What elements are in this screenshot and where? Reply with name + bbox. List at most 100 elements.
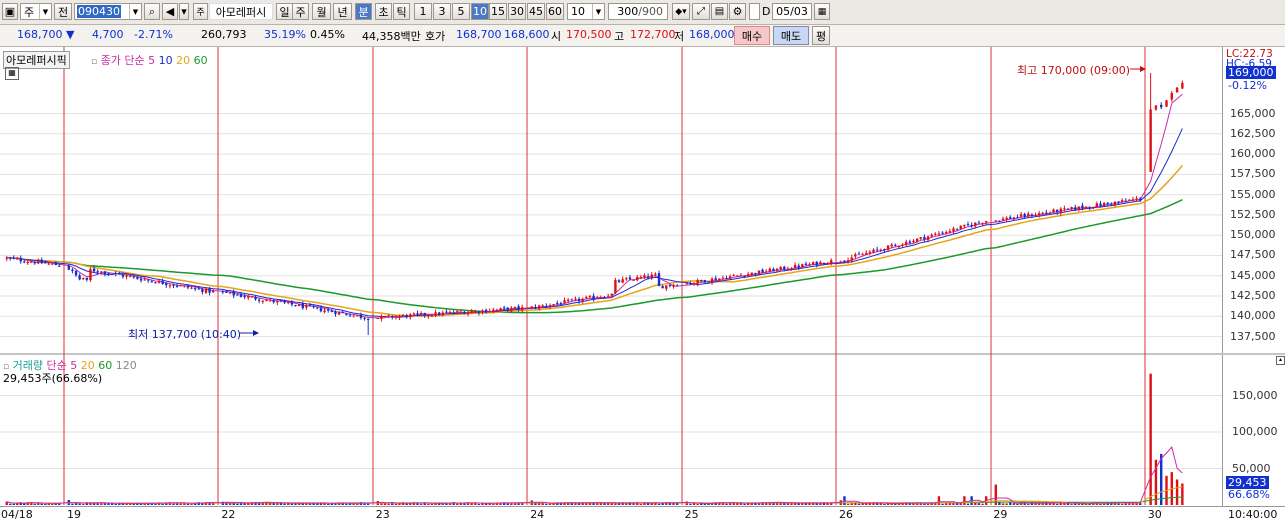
x-axis-label: 30	[1147, 508, 1162, 521]
volume-bar	[363, 503, 366, 505]
candle-body	[211, 291, 215, 293]
candle-body	[1124, 200, 1127, 202]
candle-body	[85, 277, 89, 280]
candle-body	[1019, 214, 1023, 217]
candle-body	[54, 262, 57, 266]
candle-body	[1048, 212, 1052, 214]
candle-body	[197, 288, 200, 290]
volume-bar	[1027, 503, 1030, 505]
candle-body	[790, 268, 793, 270]
volume-bar	[236, 503, 239, 505]
candle-body	[689, 283, 692, 285]
candle-body	[661, 286, 664, 289]
candle-body	[728, 276, 732, 279]
candle-body	[1175, 87, 1179, 93]
candle-body	[822, 262, 826, 265]
candle-body	[19, 257, 22, 262]
volume-bar	[283, 503, 286, 505]
candle-body	[897, 245, 901, 247]
candle-body	[139, 278, 143, 281]
volume-tick-label: 150,000	[1232, 388, 1278, 402]
x-axis-label: 24	[530, 508, 545, 521]
candle-body	[952, 228, 955, 232]
candle-body	[391, 316, 394, 318]
candle-body	[815, 261, 818, 266]
candle-body	[621, 279, 624, 283]
candle-body	[228, 292, 232, 294]
candle-body	[1110, 203, 1113, 205]
candle-body	[47, 263, 50, 265]
candle-body	[67, 265, 71, 270]
candle-body	[40, 259, 43, 264]
candle-body	[570, 299, 573, 301]
volume-bar	[394, 503, 398, 505]
candle-body	[1005, 217, 1008, 220]
volume-bar	[875, 503, 879, 505]
candle-body	[534, 306, 537, 309]
volume-bar	[345, 503, 348, 505]
volume-bar	[100, 503, 103, 505]
candle-body	[470, 311, 473, 314]
candle-body	[574, 298, 577, 300]
candle-body	[1045, 212, 1048, 214]
candle-body	[890, 244, 893, 247]
candle-body	[883, 249, 886, 251]
volume-bar	[596, 503, 599, 505]
candle-body	[366, 318, 370, 320]
candle-body	[352, 315, 355, 317]
candle-body	[1099, 203, 1102, 206]
candle-body	[1117, 201, 1120, 203]
volume-bar	[981, 503, 984, 505]
volume-bar	[689, 503, 692, 505]
candle-body	[901, 244, 904, 246]
volume-bar	[470, 503, 473, 505]
candle-body	[1106, 202, 1109, 204]
candle-body	[750, 272, 753, 275]
volume-bar	[33, 503, 36, 505]
candle-body	[323, 310, 326, 313]
candle-body	[1041, 212, 1044, 215]
candle-body	[179, 285, 182, 287]
candle-body	[165, 283, 168, 286]
volume-bar	[926, 503, 930, 505]
candle-body	[650, 274, 653, 278]
candle-body	[12, 257, 15, 259]
candle-body	[970, 224, 973, 227]
volume-bar	[40, 503, 43, 505]
candle-body	[30, 261, 33, 263]
candle-body	[545, 305, 548, 307]
candle-body	[383, 315, 387, 317]
candle-body	[1154, 105, 1158, 110]
volume-bar	[577, 503, 581, 505]
grid-toggle-icon[interactable]: ▦	[5, 67, 19, 80]
price-tick-label: 165,000	[1230, 106, 1276, 120]
candle-body	[363, 317, 366, 319]
candle-body	[1037, 213, 1041, 216]
volume-text: 29,453주(66.68%)	[3, 372, 103, 385]
current-price-tag: 169,000	[1226, 66, 1276, 79]
volume-bar	[736, 503, 739, 505]
candle-body	[380, 315, 383, 319]
candle-body	[577, 298, 581, 302]
candle-body	[190, 287, 193, 289]
candle-body	[427, 315, 430, 317]
low-annotation: 최저 137,700 (10:40)	[128, 328, 242, 341]
candle-body	[721, 277, 725, 279]
panel-collapse-icon[interactable]: ▴	[1276, 356, 1285, 365]
candle-body	[768, 268, 772, 272]
chart-canvas[interactable]	[0, 0, 1285, 522]
candle-body	[319, 308, 323, 312]
candle-body	[376, 318, 380, 320]
price-tick-label: 137,500	[1230, 329, 1276, 343]
candle-body	[772, 268, 775, 272]
candle-body	[312, 306, 315, 308]
candle-body	[26, 261, 29, 263]
candle-body	[829, 260, 833, 264]
candle-body	[775, 268, 779, 271]
candle-body	[423, 313, 426, 316]
candle-body	[301, 303, 304, 309]
volume-bar	[387, 503, 390, 505]
candle-body	[517, 306, 520, 310]
volume-bar	[448, 503, 452, 505]
volume-bar	[419, 503, 423, 505]
